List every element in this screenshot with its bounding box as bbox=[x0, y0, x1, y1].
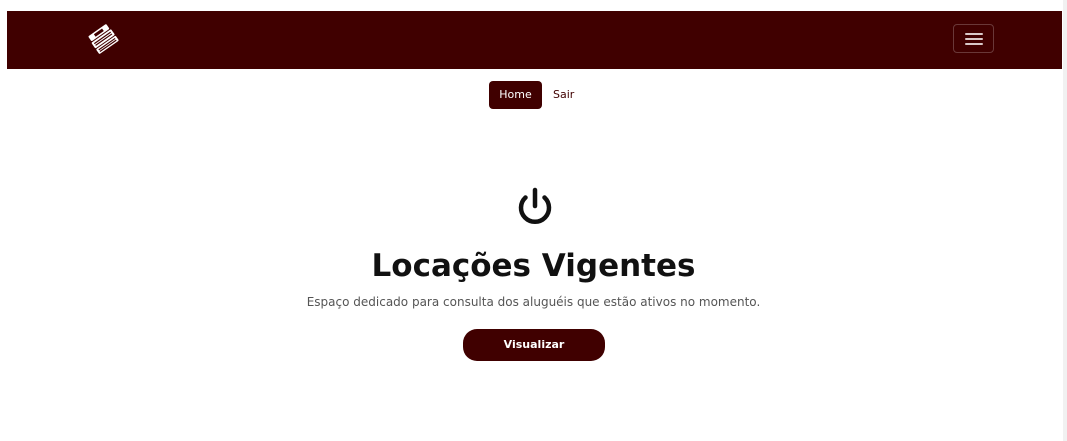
hamburger-bar bbox=[965, 33, 983, 35]
power-icon bbox=[513, 185, 557, 229]
hamburger-bar bbox=[965, 43, 983, 45]
top-navbar bbox=[7, 11, 1062, 69]
books-stack-icon[interactable] bbox=[87, 23, 121, 57]
page: Home Sair Locações Vigentes Espaço dedic… bbox=[0, 0, 1067, 441]
sub-navigation: Home Sair bbox=[0, 81, 1067, 109]
hamburger-bar bbox=[965, 38, 983, 40]
view-button[interactable]: Visualizar bbox=[463, 329, 605, 361]
home-button[interactable]: Home bbox=[489, 81, 542, 109]
logout-link[interactable]: Sair bbox=[553, 81, 574, 109]
hamburger-menu-icon[interactable] bbox=[953, 24, 994, 53]
page-description: Espaço dedicado para consulta dos alugué… bbox=[306, 295, 761, 309]
page-title: Locações Vigentes bbox=[371, 248, 696, 284]
scrollbar-track bbox=[1063, 0, 1067, 441]
